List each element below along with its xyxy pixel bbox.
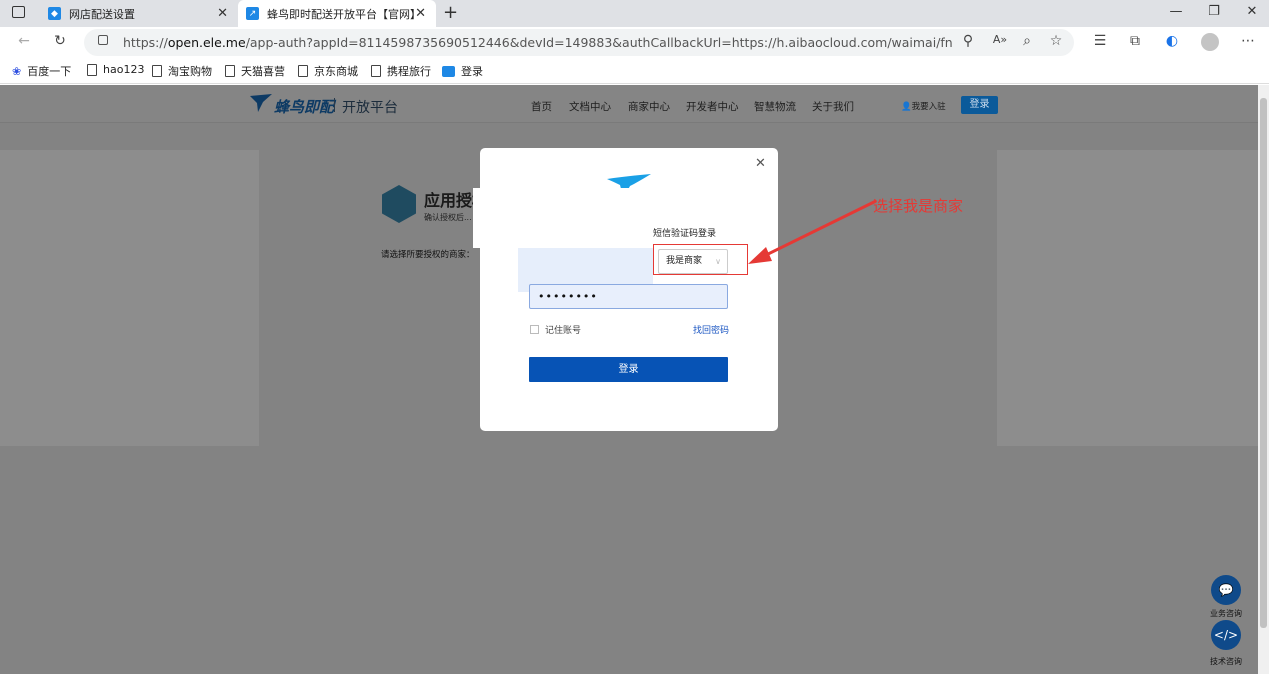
bookmark-tmall[interactable]: 天猫喜营 bbox=[225, 63, 285, 79]
login-button[interactable]: 登录 bbox=[529, 357, 728, 382]
left-panel bbox=[0, 150, 259, 446]
bookmark-label: 京东商城 bbox=[314, 65, 358, 78]
bookmark-label: 百度一下 bbox=[27, 65, 72, 78]
tech-consult-label: 技术咨询 bbox=[1210, 657, 1242, 666]
join-label: 我要入驻 bbox=[911, 102, 946, 112]
bookmark-hao123[interactable]: hao123 bbox=[87, 63, 144, 76]
bookmark-jd[interactable]: 京东商城 bbox=[298, 63, 358, 79]
minimize-icon[interactable]: — bbox=[1166, 4, 1186, 19]
nav-home[interactable]: 首页 bbox=[531, 99, 552, 114]
nav-merchant[interactable]: 商家中心 bbox=[628, 99, 670, 114]
bookmark-label: 携程旅行 bbox=[387, 65, 431, 78]
nav-about[interactable]: 关于我们 bbox=[812, 99, 854, 114]
header-login-button[interactable]: 登录 bbox=[961, 96, 998, 114]
right-panel bbox=[997, 150, 1258, 446]
url-prefix: https:// bbox=[123, 35, 168, 50]
select-merchant-label: 请选择所要授权的商家： bbox=[381, 250, 475, 260]
paw-icon: ❀ bbox=[12, 64, 22, 78]
read-aloud-icon[interactable]: A» bbox=[990, 33, 1010, 46]
bookmark-ctrip[interactable]: 携程旅行 bbox=[371, 63, 431, 79]
site-logo-icon bbox=[250, 94, 272, 112]
profile-avatar[interactable] bbox=[1201, 33, 1219, 51]
password-input[interactable]: •••••••• bbox=[529, 284, 728, 309]
page-icon bbox=[152, 65, 162, 77]
find-password-link[interactable]: 找回密码 bbox=[693, 323, 729, 336]
tab-delivery-settings[interactable]: ◆ 网店配送设置 ✕ bbox=[40, 0, 238, 27]
annotation-arrow bbox=[748, 199, 877, 264]
sms-login-tab[interactable]: 短信验证码登录 bbox=[653, 226, 716, 239]
url-text[interactable]: https://open.ele.me/app-auth?appId=81145… bbox=[123, 35, 953, 50]
page-icon bbox=[225, 65, 235, 77]
tab-fengniao-platform[interactable]: ↗ 蜂鸟即时配送开放平台【官网】 ✕ bbox=[238, 0, 436, 27]
favorites-list-icon[interactable]: ☰ bbox=[1090, 33, 1110, 49]
remember-checkbox[interactable] bbox=[530, 325, 539, 334]
refresh-icon[interactable]: ↻ bbox=[50, 33, 70, 49]
user-icon: 👤 bbox=[901, 102, 912, 112]
bookmark-label: 登录 bbox=[461, 65, 483, 78]
close-tab-icon[interactable]: ✕ bbox=[217, 6, 228, 21]
url-domain: open.ele.me bbox=[167, 35, 246, 50]
site-info-icon[interactable] bbox=[98, 35, 108, 45]
app-auth-subtitle: 确认授权后... bbox=[424, 213, 472, 222]
tab-title: 网店配送设置 bbox=[69, 7, 135, 21]
code-icon: </> bbox=[1213, 628, 1239, 642]
fengniao-icon bbox=[442, 65, 455, 77]
nav-logistics[interactable]: 智慧物流 bbox=[754, 99, 796, 114]
bookmark-label: 天猫喜营 bbox=[241, 65, 285, 78]
zoom-icon[interactable]: ⌕ bbox=[1017, 33, 1037, 49]
page-icon bbox=[371, 65, 381, 77]
url-rest: /app-auth?appId=8114598735690512446&devI… bbox=[245, 35, 953, 50]
tab-title: 蜂鸟即时配送开放平台【官网】 bbox=[267, 7, 421, 21]
close-tab-icon[interactable]: ✕ bbox=[415, 6, 426, 21]
tab-actions-icon[interactable] bbox=[12, 6, 25, 18]
join-link[interactable]: 👤我要入驻 bbox=[901, 100, 946, 112]
site-logo[interactable]: 蜂鸟即配 bbox=[274, 96, 334, 117]
collections-icon[interactable]: ⧉ bbox=[1125, 33, 1145, 49]
page-icon bbox=[298, 65, 308, 77]
edge-icon[interactable]: ◐ bbox=[1162, 33, 1182, 49]
bookmark-taobao[interactable]: 淘宝购物 bbox=[152, 63, 212, 79]
business-consult-label: 业务咨询 bbox=[1210, 609, 1242, 618]
tab-favicon-icon: ◆ bbox=[48, 7, 61, 20]
bookmark-label: hao123 bbox=[103, 63, 145, 76]
annotation-text: 选择我是商家 bbox=[873, 197, 964, 215]
site-logo-sub: 开放平台 bbox=[342, 100, 398, 116]
nav-docs[interactable]: 文档中心 bbox=[569, 99, 611, 114]
more-icon[interactable]: ⋯ bbox=[1238, 33, 1258, 49]
masked-region bbox=[473, 188, 653, 248]
logo-divider bbox=[334, 98, 335, 112]
remember-label: 记住账号 bbox=[545, 326, 582, 336]
page-icon bbox=[87, 63, 97, 76]
restore-icon[interactable]: ❐ bbox=[1204, 4, 1224, 19]
business-consult-button[interactable]: 💬 bbox=[1211, 575, 1241, 605]
close-window-icon[interactable]: ✕ bbox=[1242, 4, 1262, 19]
new-tab-button[interactable]: + bbox=[443, 2, 458, 23]
tech-consult-button[interactable]: </> bbox=[1211, 620, 1241, 650]
remember-account[interactable]: 记住账号 bbox=[530, 323, 581, 336]
chat-icon: 💬 bbox=[1218, 583, 1234, 597]
key-icon[interactable]: ⚲ bbox=[958, 33, 978, 49]
bookmark-login[interactable]: 登录 bbox=[442, 63, 483, 79]
modal-close-icon[interactable]: ✕ bbox=[755, 156, 766, 171]
annotation-highlight-box bbox=[653, 244, 748, 275]
favorite-icon[interactable]: ☆ bbox=[1046, 33, 1066, 49]
bookmark-label: 淘宝购物 bbox=[168, 65, 212, 78]
nav-developer[interactable]: 开发者中心 bbox=[686, 99, 739, 114]
back-icon[interactable]: ← bbox=[14, 33, 34, 49]
tab-favicon-icon: ↗ bbox=[246, 7, 259, 20]
bookmark-baidu[interactable]: ❀ 百度一下 bbox=[12, 63, 71, 79]
scrollbar-thumb[interactable] bbox=[1260, 98, 1267, 628]
